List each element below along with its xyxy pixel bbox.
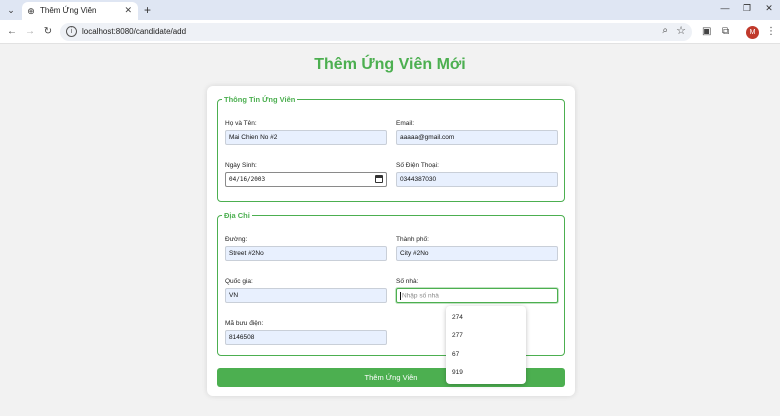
- phone-label: Số Điện Thoại:: [396, 162, 439, 169]
- name-label: Họ và Tên:: [225, 120, 257, 127]
- city-label: Thành phố:: [396, 236, 429, 243]
- extension-icon[interactable]: ▣: [702, 26, 711, 37]
- tab-search-icon[interactable]: ⌄: [4, 4, 18, 16]
- page-title: Thêm Ứng Viên Mới: [314, 56, 466, 73]
- autocomplete-option[interactable]: 277: [452, 332, 463, 339]
- dob-field[interactable]: 04/16/2003: [225, 172, 387, 187]
- autocomplete-dropdown: 274 277 67 919: [446, 306, 526, 384]
- house-number-placeholder: Nhập số nhà: [402, 292, 439, 300]
- site-info-icon[interactable]: i: [66, 26, 77, 37]
- more-menu-icon[interactable]: ⋮: [766, 26, 776, 37]
- personal-info-legend: Thông Tin Ứng Viên: [224, 95, 296, 104]
- city-field[interactable]: City #2No: [396, 246, 558, 261]
- new-tab-button[interactable]: +: [144, 3, 151, 17]
- personal-info-section: Thông Tin Ứng Viên Họ và Tên: Mai Chien …: [217, 95, 565, 202]
- page-content: Thêm Ứng Viên Mới Thông Tin Ứng Viên Họ …: [0, 44, 780, 416]
- country-label: Quốc gia:: [225, 278, 253, 285]
- email-field[interactable]: aaaaa@gmail.com: [396, 130, 558, 145]
- autocomplete-option[interactable]: 919: [452, 369, 463, 376]
- email-label: Email:: [396, 120, 415, 127]
- autocomplete-option[interactable]: 274: [452, 314, 463, 321]
- autocomplete-option[interactable]: 67: [452, 351, 459, 358]
- address-legend: Địa Chỉ: [224, 211, 250, 220]
- restore-icon[interactable]: ❐: [740, 3, 754, 14]
- dob-label: Ngày Sinh:: [225, 162, 257, 169]
- minimize-icon[interactable]: —: [718, 3, 732, 13]
- browser-toolbar: ← → ↻ i localhost:8080/candidate/add ⌕ ☆…: [0, 20, 780, 44]
- url-text[interactable]: localhost:8080/candidate/add: [82, 27, 186, 36]
- name-field[interactable]: Mai Chien No #2: [225, 130, 387, 145]
- phone-field[interactable]: 0344387030: [396, 172, 558, 187]
- forward-arrow-icon[interactable]: →: [24, 25, 36, 39]
- text-caret: [400, 292, 401, 300]
- globe-icon: ⊕: [27, 6, 35, 16]
- zip-field[interactable]: 8146508: [225, 330, 387, 345]
- profile-avatar[interactable]: M: [746, 26, 759, 39]
- zoom-icon[interactable]: ⌕: [662, 25, 668, 36]
- address-bar[interactable]: i localhost:8080/candidate/add ⌕ ☆: [60, 23, 692, 41]
- street-field[interactable]: Street #2No: [225, 246, 387, 261]
- country-field[interactable]: VN: [225, 288, 387, 303]
- close-window-icon[interactable]: ✕: [762, 3, 776, 14]
- browser-tab[interactable]: ⊕ Thêm Ứng Viên ✕: [22, 2, 138, 20]
- house-number-field[interactable]: Nhập số nhà: [396, 288, 558, 303]
- tab-title: Thêm Ứng Viên: [40, 6, 97, 15]
- reload-icon[interactable]: ↻: [42, 25, 54, 39]
- bookmark-star-icon[interactable]: ☆: [676, 24, 686, 37]
- house-number-label: Số nhà:: [396, 278, 419, 285]
- back-arrow-icon[interactable]: ←: [6, 25, 18, 39]
- browser-tab-bar: ⌄ ⊕ Thêm Ứng Viên ✕ + — ❐ ✕: [0, 0, 780, 20]
- dob-value: 04/16/2003: [229, 176, 266, 183]
- zip-label: Mã bưu điện:: [225, 320, 264, 327]
- puzzle-extensions-icon[interactable]: ⧉: [722, 26, 729, 37]
- close-tab-icon[interactable]: ✕: [124, 5, 132, 16]
- street-label: Đường:: [225, 236, 248, 243]
- calendar-icon[interactable]: [375, 175, 383, 183]
